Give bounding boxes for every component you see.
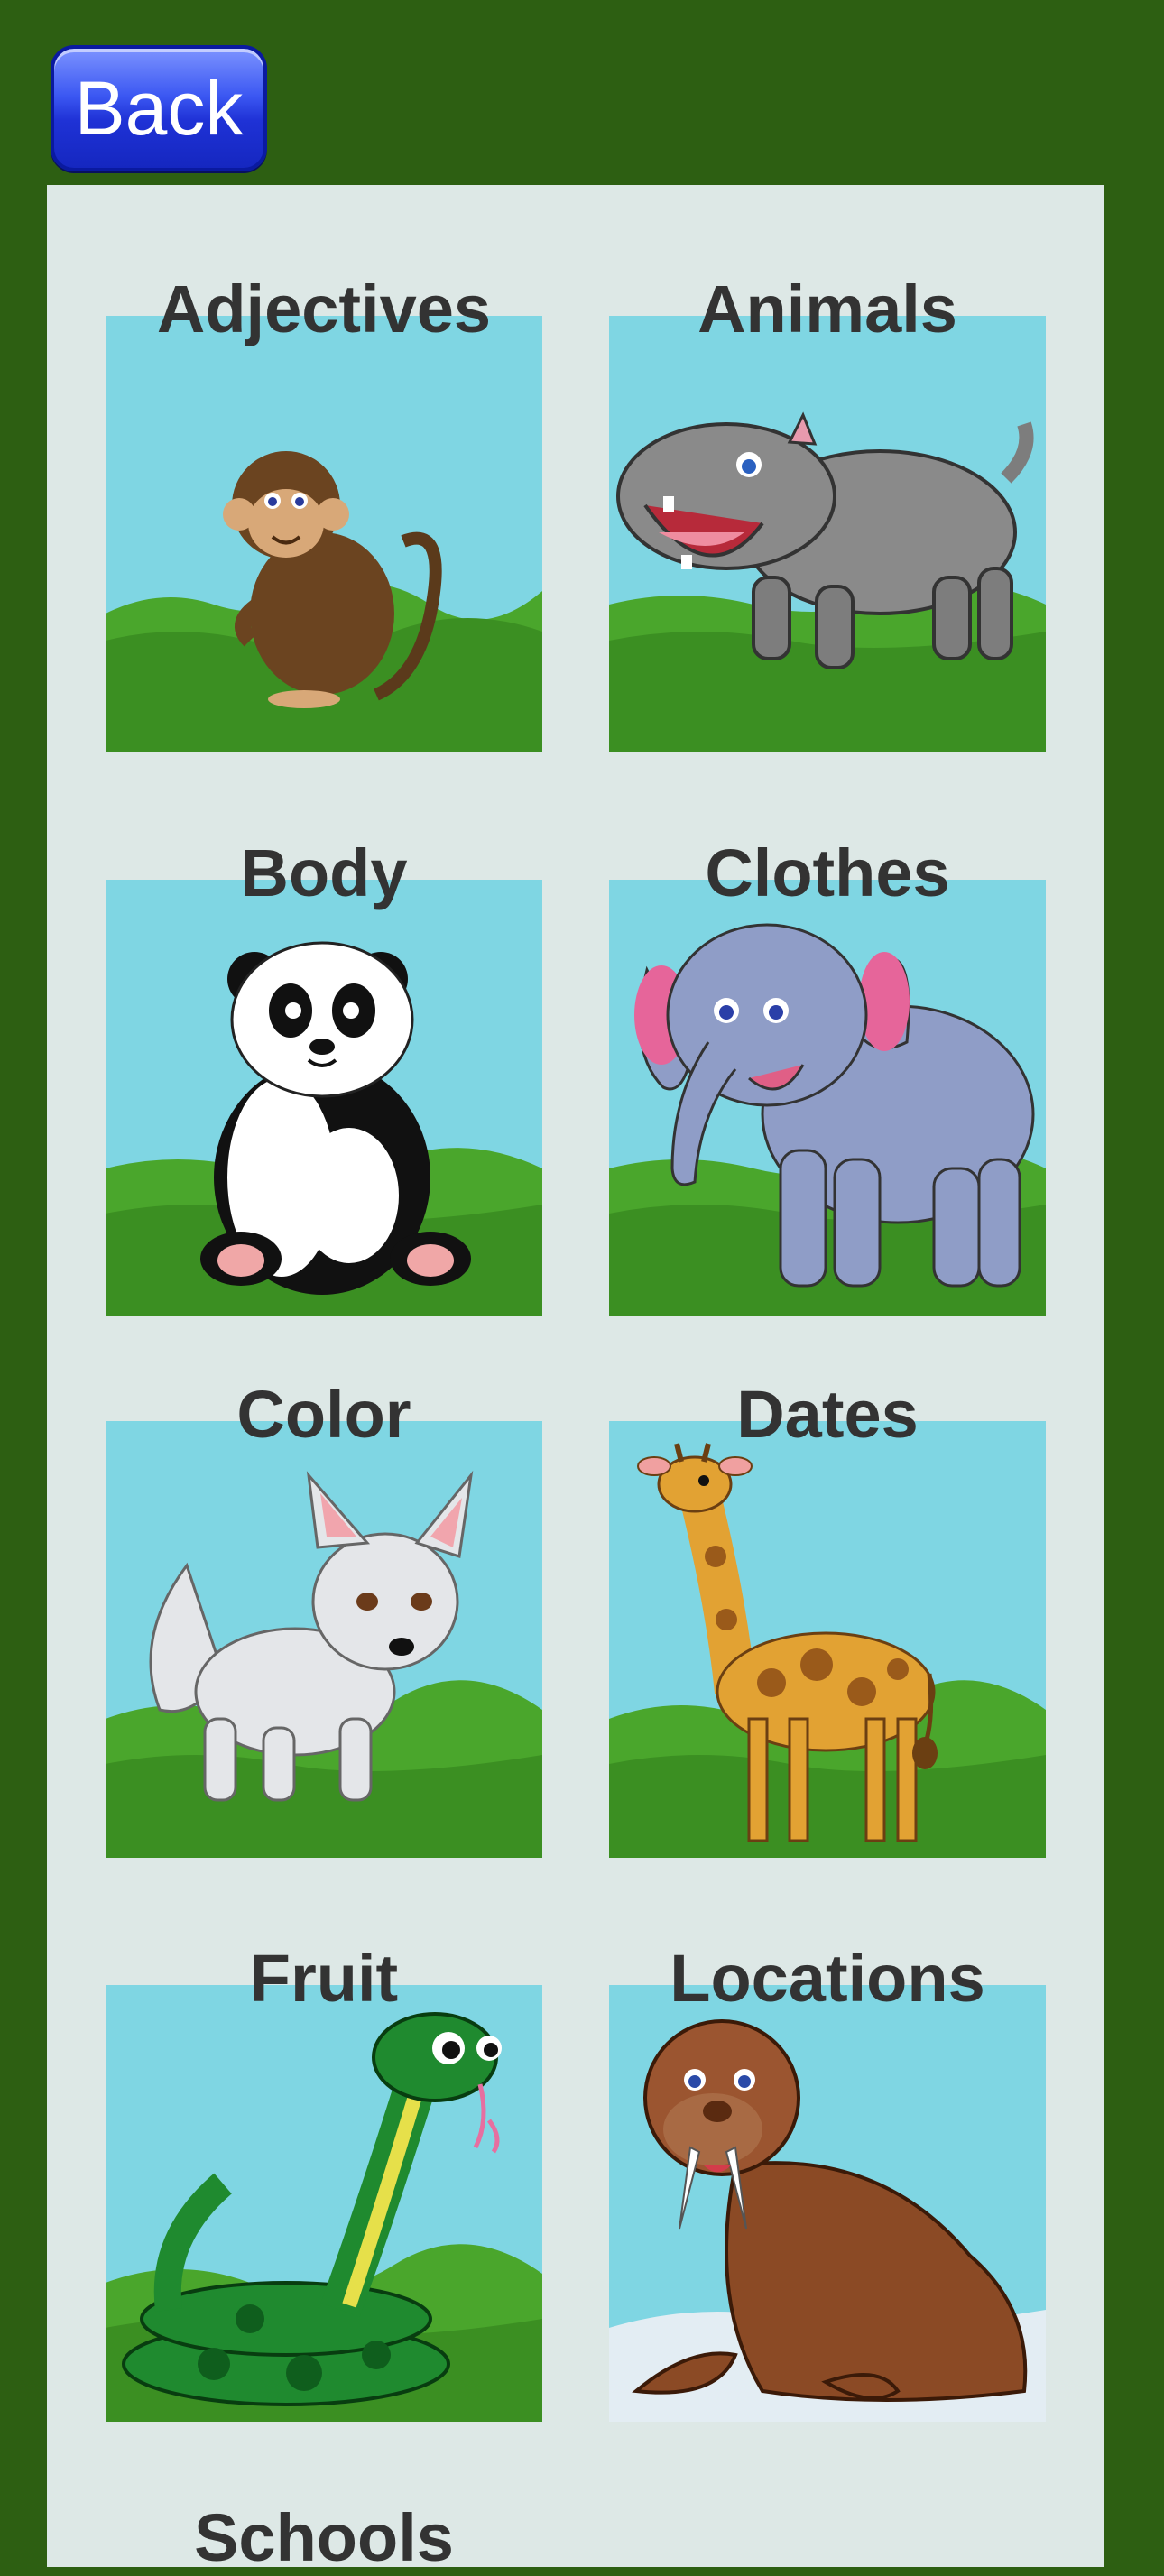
tile-label: Body <box>240 836 408 910</box>
tile-label: Adjectives <box>156 272 492 346</box>
giraffe-icon <box>609 1421 1046 1858</box>
tile-label: Fruit <box>249 1941 399 2016</box>
tile-label: Color <box>236 1377 411 1452</box>
snake-icon <box>106 1985 542 2422</box>
tile-label: Animals <box>697 272 957 346</box>
category-grid: Adjectives Animals Body Clothes Color Da… <box>47 185 1104 2575</box>
tile-label: Schools <box>194 2500 454 2575</box>
fox-icon <box>106 1421 542 1858</box>
back-button[interactable]: Back <box>51 45 267 171</box>
monkey-icon <box>106 316 542 752</box>
walrus-icon <box>609 1985 1046 2422</box>
elephant-icon <box>609 880 1046 1316</box>
tile-label: Locations <box>670 1941 985 2016</box>
tile-label: Dates <box>736 1377 919 1452</box>
hippo-icon <box>609 316 1046 752</box>
panda-icon <box>106 880 542 1316</box>
tile-label: Clothes <box>705 836 950 910</box>
